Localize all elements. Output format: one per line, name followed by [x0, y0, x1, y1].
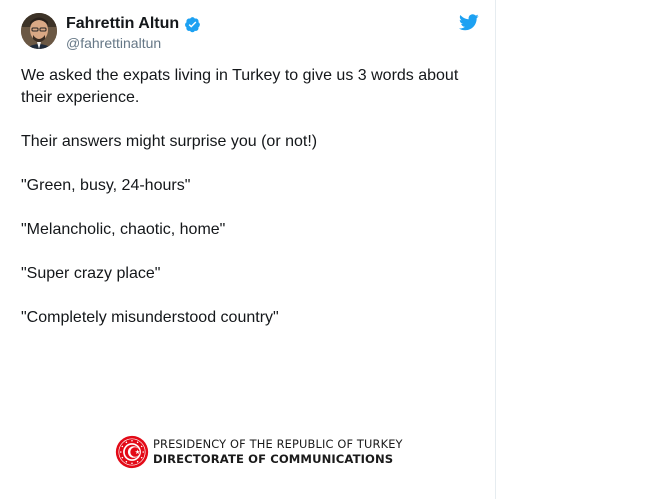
tweet-paragraph: "Melancholic, chaotic, home": [21, 221, 226, 238]
twitter-bird-icon[interactable]: [459, 14, 479, 31]
author-handle[interactable]: @fahrettinaltun: [66, 35, 161, 51]
tweet-paragraph: "Completely misunderstood country": [21, 309, 279, 326]
tweet-paragraph: We asked the expats living in Turkey to …: [21, 67, 459, 106]
tweet-card: Fahrettin Altun @fahrettinaltun We asked…: [0, 0, 496, 499]
tweet-paragraph: "Green, busy, 24-hours": [21, 177, 191, 194]
profile-photo-icon: [21, 13, 57, 49]
author-display-name[interactable]: Fahrettin Altun: [66, 15, 179, 33]
presidency-label: PRESIDENCY OF THE REPUBLIC OF TURKEY: [153, 437, 403, 451]
avatar[interactable]: [21, 13, 57, 49]
directorate-wordmark: PRESIDENCY OF THE REPUBLIC OF TURKEY DIR…: [153, 437, 403, 467]
presidential-seal-icon: [115, 435, 149, 469]
directorate-label: DIRECTORATE OF COMMUNICATIONS: [153, 452, 394, 466]
tweet-paragraph: Their answers might surprise you (or not…: [21, 133, 318, 150]
author-name-row: Fahrettin Altun: [66, 14, 201, 34]
directorate-logo: PRESIDENCY OF THE REPUBLIC OF TURKEY DIR…: [115, 435, 403, 469]
verified-badge-icon: [185, 16, 201, 32]
tweet-paragraph: "Super crazy place": [21, 265, 161, 282]
